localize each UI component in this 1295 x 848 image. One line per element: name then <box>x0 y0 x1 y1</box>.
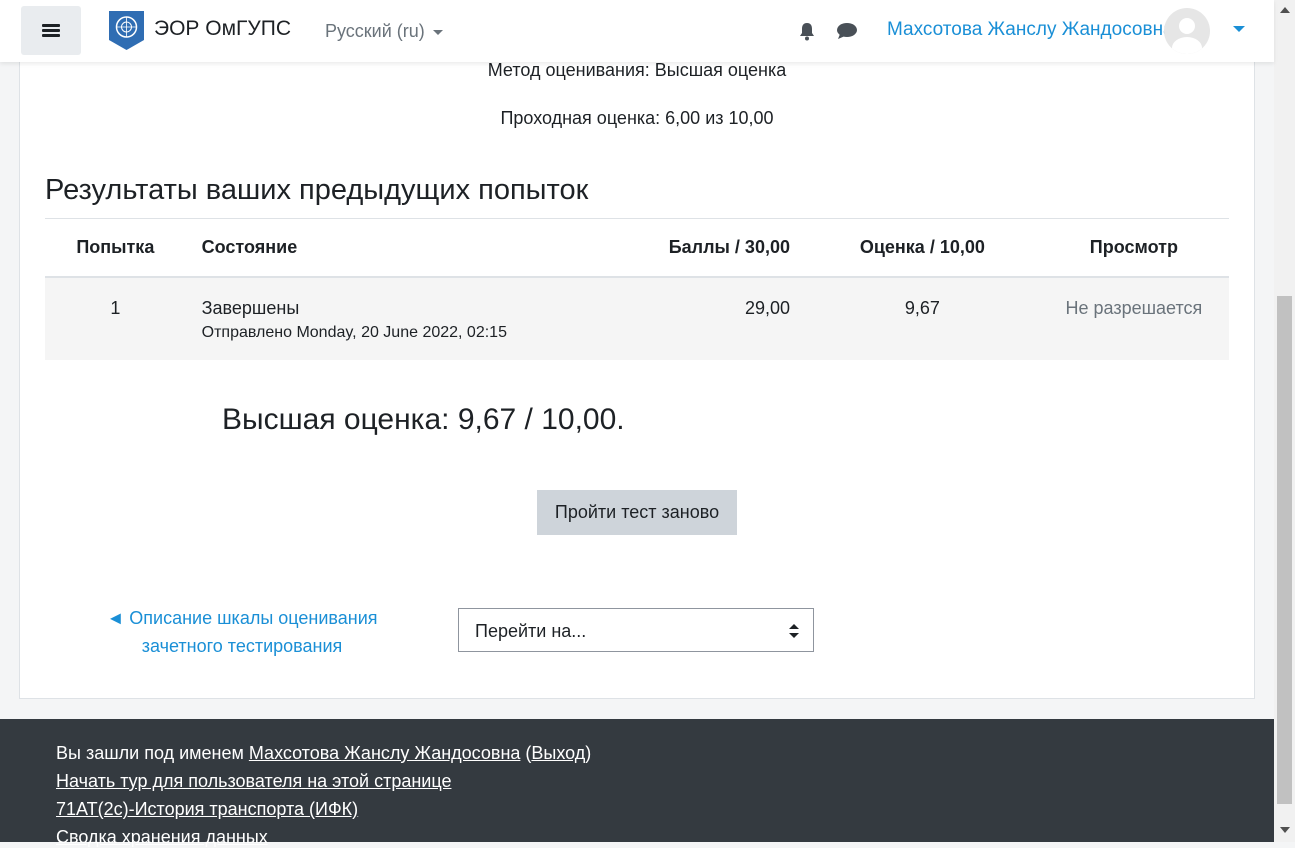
main-content-card <box>19 40 1255 699</box>
site-name[interactable]: ЭОР ОмГУПС <box>154 17 291 41</box>
user-menu-caret-icon[interactable] <box>1233 26 1245 32</box>
retry-quiz-button[interactable]: Пройти тест заново <box>537 490 737 535</box>
hamburger-icon <box>42 23 60 38</box>
cell-attempt: 1 <box>45 277 186 360</box>
site-logo[interactable] <box>108 10 145 51</box>
attempt-review: Не разрешается <box>1065 298 1203 318</box>
grading-method: Метод оценивания: Высшая оценка <box>487 60 787 80</box>
user-tour-link[interactable]: Начать тур для пользователя на этой стра… <box>56 771 451 792</box>
avatar[interactable] <box>1164 8 1210 54</box>
section-title: Результаты ваших предыдущих попыток <box>45 174 589 206</box>
select-arrows-icon <box>789 624 799 638</box>
message-icon[interactable] <box>836 22 858 40</box>
login-info-prefix: Вы зашли под именем <box>56 743 244 763</box>
course-link[interactable]: 71АТ(2с)-История транспорта (ИФК) <box>56 799 358 820</box>
page-footer: Вы зашли под именем Махсотова Жанслу Жан… <box>0 719 1274 847</box>
user-menu-name[interactable]: Махсотова Жанслу Жандосовна <box>887 19 1174 41</box>
language-label: Русский (ru) <box>325 21 425 41</box>
bell-icon[interactable] <box>797 21 817 41</box>
jump-to-value: Перейти на... <box>475 621 587 641</box>
previous-activity-link[interactable]: ◄ Описание шкалы оценивания зачетного те… <box>82 604 402 660</box>
attempt-submitted: Отправлено Monday, 20 June 2022, 02:15 <box>201 324 507 341</box>
attempt-marks: 29,00 <box>744 298 790 318</box>
header-marks: Баллы / 30,00 <box>599 219 806 278</box>
attempt-state: Завершены <box>201 298 300 318</box>
header-review: Просмотр <box>1038 219 1229 278</box>
header-attempt: Попытка <box>45 219 186 278</box>
attempt-grade: 9,67 <box>904 298 940 318</box>
cell-review: Не разрешается <box>1038 277 1229 360</box>
scrollbar-thumb[interactable] <box>1277 296 1292 804</box>
scroll-up-arrow-icon[interactable] <box>1280 7 1290 13</box>
cell-grade: 9,67 <box>805 277 1039 360</box>
best-grade: Высшая оценка: 9,67 / 10,00. <box>222 403 625 436</box>
jump-to-select[interactable]: Перейти на... <box>458 608 814 652</box>
header-marks-label: Баллы / 30,00 <box>668 237 790 257</box>
table-header-row: Попытка Состояние Баллы / 30,00 Оценка /… <box>45 219 1229 278</box>
header-state: Состояние <box>185 219 600 278</box>
navbar: ЭОР ОмГУПС Русский (ru) Махсотова Жанслу… <box>0 0 1274 62</box>
cell-state: Завершены Отправлено Monday, 20 June 202… <box>185 277 600 360</box>
caret-down-icon <box>432 29 443 35</box>
attempt-number: 1 <box>110 298 121 318</box>
drawer-toggle-button[interactable] <box>21 6 81 55</box>
passing-grade: Проходная оценка: 6,00 из 10,00 <box>500 108 774 128</box>
profile-link[interactable]: Махсотова Жанслу Жандосовна <box>249 743 521 763</box>
cell-marks: 29,00 <box>599 277 806 360</box>
attempts-table: Попытка Состояние Баллы / 30,00 Оценка /… <box>45 219 1229 360</box>
logout-link[interactable]: Выход <box>531 743 585 763</box>
logout-close-paren: ) <box>585 743 592 763</box>
vertical-scrollbar[interactable] <box>1274 0 1295 842</box>
login-info: Вы зашли под именем Махсотова Жанслу Жан… <box>56 743 591 764</box>
header-grade: Оценка / 10,00 <box>805 219 1039 278</box>
table-row: 1 Завершены Отправлено Monday, 20 June 2… <box>45 277 1229 360</box>
scroll-down-arrow-icon[interactable] <box>1280 827 1290 833</box>
language-menu[interactable]: Русский (ru) <box>325 21 443 42</box>
data-retention-link[interactable]: Сводка хранения данных <box>56 827 268 848</box>
